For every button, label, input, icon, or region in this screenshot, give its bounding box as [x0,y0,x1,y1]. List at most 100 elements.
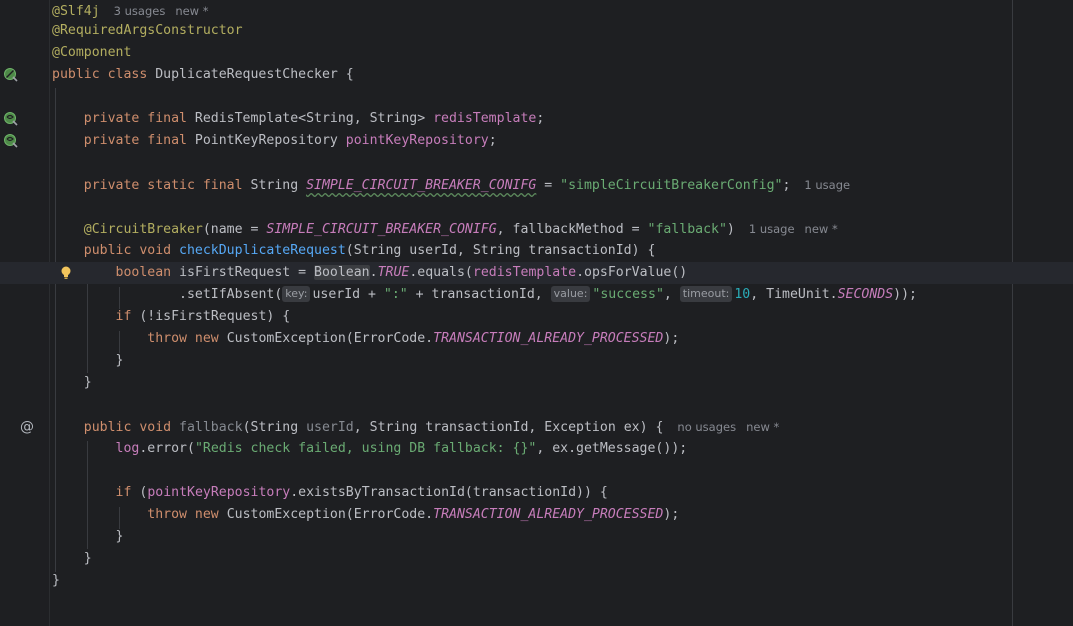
keyword-token: public class [52,67,156,82]
expression-token: (!isFirstRequest) { [139,309,291,324]
field-token: redisTemplate [433,111,537,126]
code-line[interactable]: if (pointKeyRepository.existsByTransacti… [0,482,1073,504]
call-token: .setIfAbsent( [179,287,283,302]
code-line[interactable]: throw new CustomException(ErrorCode.TRAN… [0,328,1073,350]
code-line[interactable]: @Slf4j 3 usages new * [0,0,1073,22]
class-name-token: DuplicateRequestChecker { [155,67,354,82]
current-code-line[interactable]: boolean isFirstRequest = Boolean.TRUE.eq… [0,262,1073,284]
punct-token: ) [726,222,735,237]
usages-hint[interactable]: 1 usage [804,174,850,196]
expression-token: CustomException(ErrorCode. [226,331,434,346]
code-line[interactable]: .setIfAbsent(key: userId + ":" + transact… [0,284,1073,306]
code-line[interactable]: @CircuitBreaker(name = SIMPLE_CIRCUIT_BR… [0,218,1073,240]
keyword-token: if [115,309,140,324]
field-token: pointKeyRepository [147,485,291,500]
param-hint-key: key: [282,286,311,302]
constant-token: TRANSACTION_ALREADY_PROCESSED [433,507,664,522]
brace-token: } [115,529,124,544]
code-line[interactable]: private static final String SIMPLE_CIRCU… [0,174,1073,196]
code-line[interactable]: } [0,372,1073,394]
code-line[interactable]: @ public void fallback(String userId, St… [0,416,1073,438]
code-line[interactable]: if (!isFirstRequest) { [0,306,1073,328]
field-token: redisTemplate [472,265,577,280]
keyword-token: if [115,485,140,500]
bean-field-icon[interactable] [3,133,19,149]
punct-token: ); [663,507,680,522]
expression-token: CustomException(ErrorCode. [226,507,434,522]
usages-hint[interactable]: 1 usage [749,218,795,240]
code-line[interactable]: @RequiredArgsConstructor [0,20,1073,42]
punct-token: (name = [202,222,267,237]
number-token: 10 [734,287,751,302]
author-hint[interactable]: new * [746,416,779,438]
punct-token: , [663,287,680,302]
code-line[interactable]: } [0,570,1073,592]
expression-token: , ex.getMessage()); [536,441,688,456]
code-line[interactable]: } [0,548,1073,570]
implements-at-icon[interactable]: @ [19,416,35,438]
annotation-token: @Component [52,45,132,60]
annotation-token: @Slf4j [52,4,100,19]
call-token: .equals( [409,265,473,280]
constant-token: SIMPLE_CIRCUIT_BREAKER_CONIFG [266,222,497,237]
author-hint[interactable]: new * [175,0,208,22]
constant-token: SIMPLE_CIRCUIT_BREAKER_CONIFG [306,178,537,193]
brace-token: } [83,551,92,566]
params-token: (String [242,420,307,435]
field-token: log [115,441,140,456]
call-token: .error( [139,441,195,456]
variable-token: isFirstRequest = [179,265,315,280]
keyword-token: private final [83,111,195,126]
punct-token: ; [782,178,791,193]
arg-token: userId + [312,287,384,302]
expression-token: .existsByTransactionId(transactionId)) { [290,485,608,500]
bean-field-icon[interactable] [3,111,19,127]
annotation-token: @RequiredArgsConstructor [52,23,243,38]
field-token: pointKeyRepository [345,133,489,148]
constant-token: TRANSACTION_ALREADY_PROCESSED [433,331,664,346]
code-line[interactable]: } [0,526,1073,548]
keyword-token: public void [83,243,180,258]
usages-hint[interactable]: 3 usages [114,0,166,22]
brace-token: } [115,353,124,368]
bean-class-icon[interactable] [3,67,19,83]
arg-token: + transactionId, [407,287,551,302]
punct-token: = [536,178,561,193]
string-token: "Redis check failed, using DB fallback: … [194,441,537,456]
punct-token: . [369,265,378,280]
punct-token: , fallbackMethod = [496,222,648,237]
highlighted-class-token: Boolean [314,265,370,280]
method-name-token: checkDuplicateRequest [179,243,346,258]
annotation-token: @CircuitBreaker [83,222,203,237]
keyword-token: boolean [115,265,180,280]
string-token: ":" [383,287,408,302]
type-token: PointKeyRepository [194,133,346,148]
constant-token: TRUE [377,265,410,280]
code-line[interactable]: private final RedisTemplate<String, Stri… [0,108,1073,130]
params-token: , String transactionId, Exception ex) { [353,420,664,435]
code-line[interactable]: private final PointKeyRepository pointKe… [0,130,1073,152]
params-token: (String userId, String transactionId) { [345,243,656,258]
arg-token: , TimeUnit. [750,287,838,302]
code-line[interactable]: public void checkDuplicateRequest(String… [0,240,1073,262]
type-token: String [250,178,307,193]
param-hint-timeout: timeout: [679,286,733,302]
usages-hint[interactable]: no usages [677,416,736,438]
punct-token: ; [536,111,545,126]
constant-token: SECONDS [837,287,894,302]
code-line[interactable]: @Component [0,42,1073,64]
unused-method-name-token: fallback [179,420,243,435]
code-line[interactable]: throw new CustomException(ErrorCode.TRAN… [0,504,1073,526]
call-token: .opsForValue() [576,265,688,280]
brace-token: } [83,375,92,390]
code-editor[interactable]: @Slf4j 3 usages new * @RequiredArgsConstru… [0,0,1073,626]
code-line[interactable]: } [0,350,1073,372]
type-token: RedisTemplate<String, String> [194,111,434,126]
keyword-token: throw new [147,331,227,346]
keyword-token: public void [83,420,180,435]
code-line[interactable]: public class DuplicateRequestChecker { [0,64,1073,86]
string-token: "fallback" [647,222,727,237]
author-hint[interactable]: new * [805,218,838,240]
code-line[interactable]: log.error("Redis check failed, using DB … [0,438,1073,460]
string-token: "simpleCircuitBreakerConfig" [560,178,783,193]
